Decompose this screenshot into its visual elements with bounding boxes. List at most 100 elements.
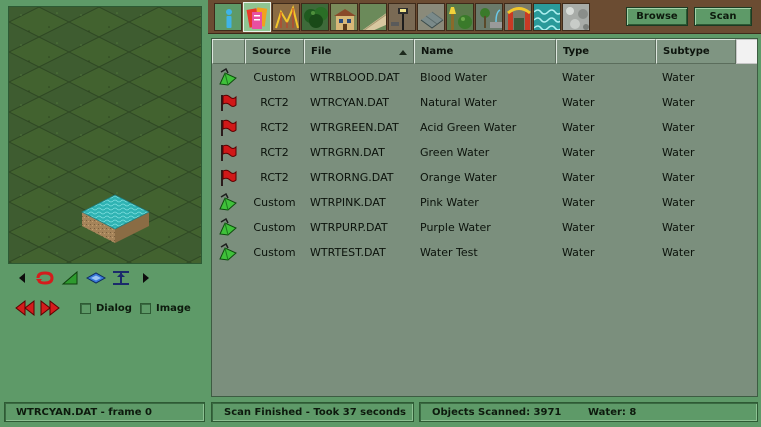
slope-icon[interactable] xyxy=(61,270,79,286)
green-flag-icon xyxy=(218,217,238,238)
table-row[interactable]: RCT2 WTRORNG.DAT Orange Water Water Water xyxy=(212,165,757,190)
table-row[interactable]: RCT2 WTRGRN.DAT Green Water Water Water xyxy=(212,140,757,165)
cell-source: RCT2 xyxy=(260,121,289,134)
green-flag-icon xyxy=(218,67,238,88)
cell-type: Water xyxy=(562,121,595,134)
object-list[interactable]: Source File Name Type Subtype Custom WTRB… xyxy=(211,38,758,397)
scroll-left-icon[interactable] xyxy=(14,270,32,286)
status-water-count: Water: 8 xyxy=(588,406,637,418)
cell-name: Acid Green Water xyxy=(420,121,517,134)
tab-info[interactable] xyxy=(214,3,242,31)
cell-source: RCT2 xyxy=(260,96,289,109)
flat-tile-icon[interactable] xyxy=(86,270,106,286)
tab-walls[interactable] xyxy=(417,3,445,31)
tab-park-entrance[interactable] xyxy=(504,3,532,31)
raise-height-icon[interactable] xyxy=(111,270,129,286)
column-header-type[interactable]: Type xyxy=(556,39,656,64)
water-icon xyxy=(534,4,560,30)
green-flag-icon xyxy=(218,192,238,213)
cell-name: Blood Water xyxy=(420,71,488,84)
water-tile-preview-image xyxy=(9,7,201,263)
cell-file: WTRGREEN.DAT xyxy=(310,121,399,134)
table-row[interactable]: Custom WTRPURP.DAT Purple Water Water Water xyxy=(212,215,757,240)
scan-button[interactable]: Scan xyxy=(694,7,752,26)
cell-type: Water xyxy=(562,171,595,184)
cell-source: RCT2 xyxy=(260,146,289,159)
cell-subtype: Water xyxy=(662,96,695,109)
cell-subtype: Water xyxy=(662,171,695,184)
cell-subtype: Water xyxy=(662,146,695,159)
column-header-name[interactable]: Name xyxy=(414,39,556,64)
header-corner xyxy=(736,39,757,64)
tab-large-scenery[interactable] xyxy=(475,3,503,31)
cell-source: Custom xyxy=(253,71,296,84)
cell-source: Custom xyxy=(253,221,296,234)
cell-file: WTRPURP.DAT xyxy=(310,221,388,234)
cell-name: Purple Water xyxy=(420,221,491,234)
park-entrance-icon xyxy=(507,7,531,30)
tab-buildings[interactable] xyxy=(330,3,358,31)
dialog-checkbox[interactable] xyxy=(80,302,91,314)
cell-file: WTRPINK.DAT xyxy=(310,196,386,209)
green-flag-icon xyxy=(218,242,238,263)
object-type-tab-strip: Browse Scan xyxy=(208,0,761,34)
object-preview xyxy=(8,6,202,264)
cell-type: Water xyxy=(562,96,595,109)
list-header: Source File Name Type Subtype xyxy=(212,39,757,64)
cell-name: Orange Water xyxy=(420,171,497,184)
sort-ascending-icon xyxy=(399,50,407,55)
cell-source: Custom xyxy=(253,196,296,209)
rewind-icon[interactable] xyxy=(14,299,36,317)
column-header-flag[interactable] xyxy=(212,39,245,64)
rotate-object-icon[interactable] xyxy=(35,270,54,286)
image-checkbox-group[interactable]: Image xyxy=(140,301,191,315)
red-flag-icon xyxy=(218,168,238,188)
fountain-icon xyxy=(480,8,502,28)
cell-file: WTRBLOOD.DAT xyxy=(310,71,400,84)
table-row[interactable]: RCT2 WTRCYAN.DAT Natural Water Water Water xyxy=(212,90,757,115)
image-checkbox[interactable] xyxy=(140,302,151,314)
cell-type: Water xyxy=(562,246,595,259)
scroll-right-icon[interactable] xyxy=(138,270,156,286)
fast-forward-icon[interactable] xyxy=(39,299,61,317)
cell-file: WTRCYAN.DAT xyxy=(310,96,389,109)
cell-type: Water xyxy=(562,146,595,159)
terrain-icon xyxy=(563,4,589,30)
cell-type: Water xyxy=(562,196,595,209)
tab-path-items[interactable] xyxy=(388,3,416,31)
cell-subtype: Water xyxy=(662,246,695,259)
cell-source: RCT2 xyxy=(260,171,289,184)
red-flag-icon xyxy=(218,143,238,163)
tab-terrain[interactable] xyxy=(562,3,590,31)
cell-name: Green Water xyxy=(420,146,490,159)
table-row[interactable]: Custom WTRTEST.DAT Water Test Water Water xyxy=(212,240,757,265)
red-flag-icon xyxy=(218,118,238,138)
tab-trees[interactable] xyxy=(301,3,329,31)
tab-water[interactable] xyxy=(533,3,561,31)
cell-type: Water xyxy=(562,221,595,234)
cell-subtype: Water xyxy=(662,196,695,209)
tab-small-scenery[interactable] xyxy=(446,3,474,31)
rollercoaster-icon xyxy=(275,4,299,29)
column-header-file[interactable]: File xyxy=(304,39,414,64)
table-row[interactable]: RCT2 WTRGREEN.DAT Acid Green Water Water Wat… xyxy=(212,115,757,140)
ride-tickets-icon xyxy=(246,7,268,29)
tab-rides[interactable] xyxy=(243,2,271,32)
tab-coasters[interactable] xyxy=(272,3,300,31)
cell-name: Water Test xyxy=(420,246,478,259)
footpath-icon xyxy=(362,13,386,30)
browse-button[interactable]: Browse xyxy=(626,7,688,26)
tab-footpaths[interactable] xyxy=(359,3,387,31)
cell-source: Custom xyxy=(253,246,296,259)
table-row[interactable]: Custom WTRBLOOD.DAT Blood Water Water Water xyxy=(212,65,757,90)
cell-name: Pink Water xyxy=(420,196,479,209)
column-header-source[interactable]: Source xyxy=(245,39,304,64)
scenery-wall-icon xyxy=(420,11,444,29)
cell-subtype: Water xyxy=(662,121,695,134)
table-row[interactable]: Custom WTRPINK.DAT Pink Water Water Water xyxy=(212,190,757,215)
image-checkbox-label: Image xyxy=(156,302,191,314)
column-header-subtype[interactable]: Subtype xyxy=(656,39,736,64)
path-lamp-icon xyxy=(391,8,408,30)
small-scenery-icon xyxy=(449,7,472,30)
dialog-checkbox-group[interactable]: Dialog xyxy=(80,301,132,315)
